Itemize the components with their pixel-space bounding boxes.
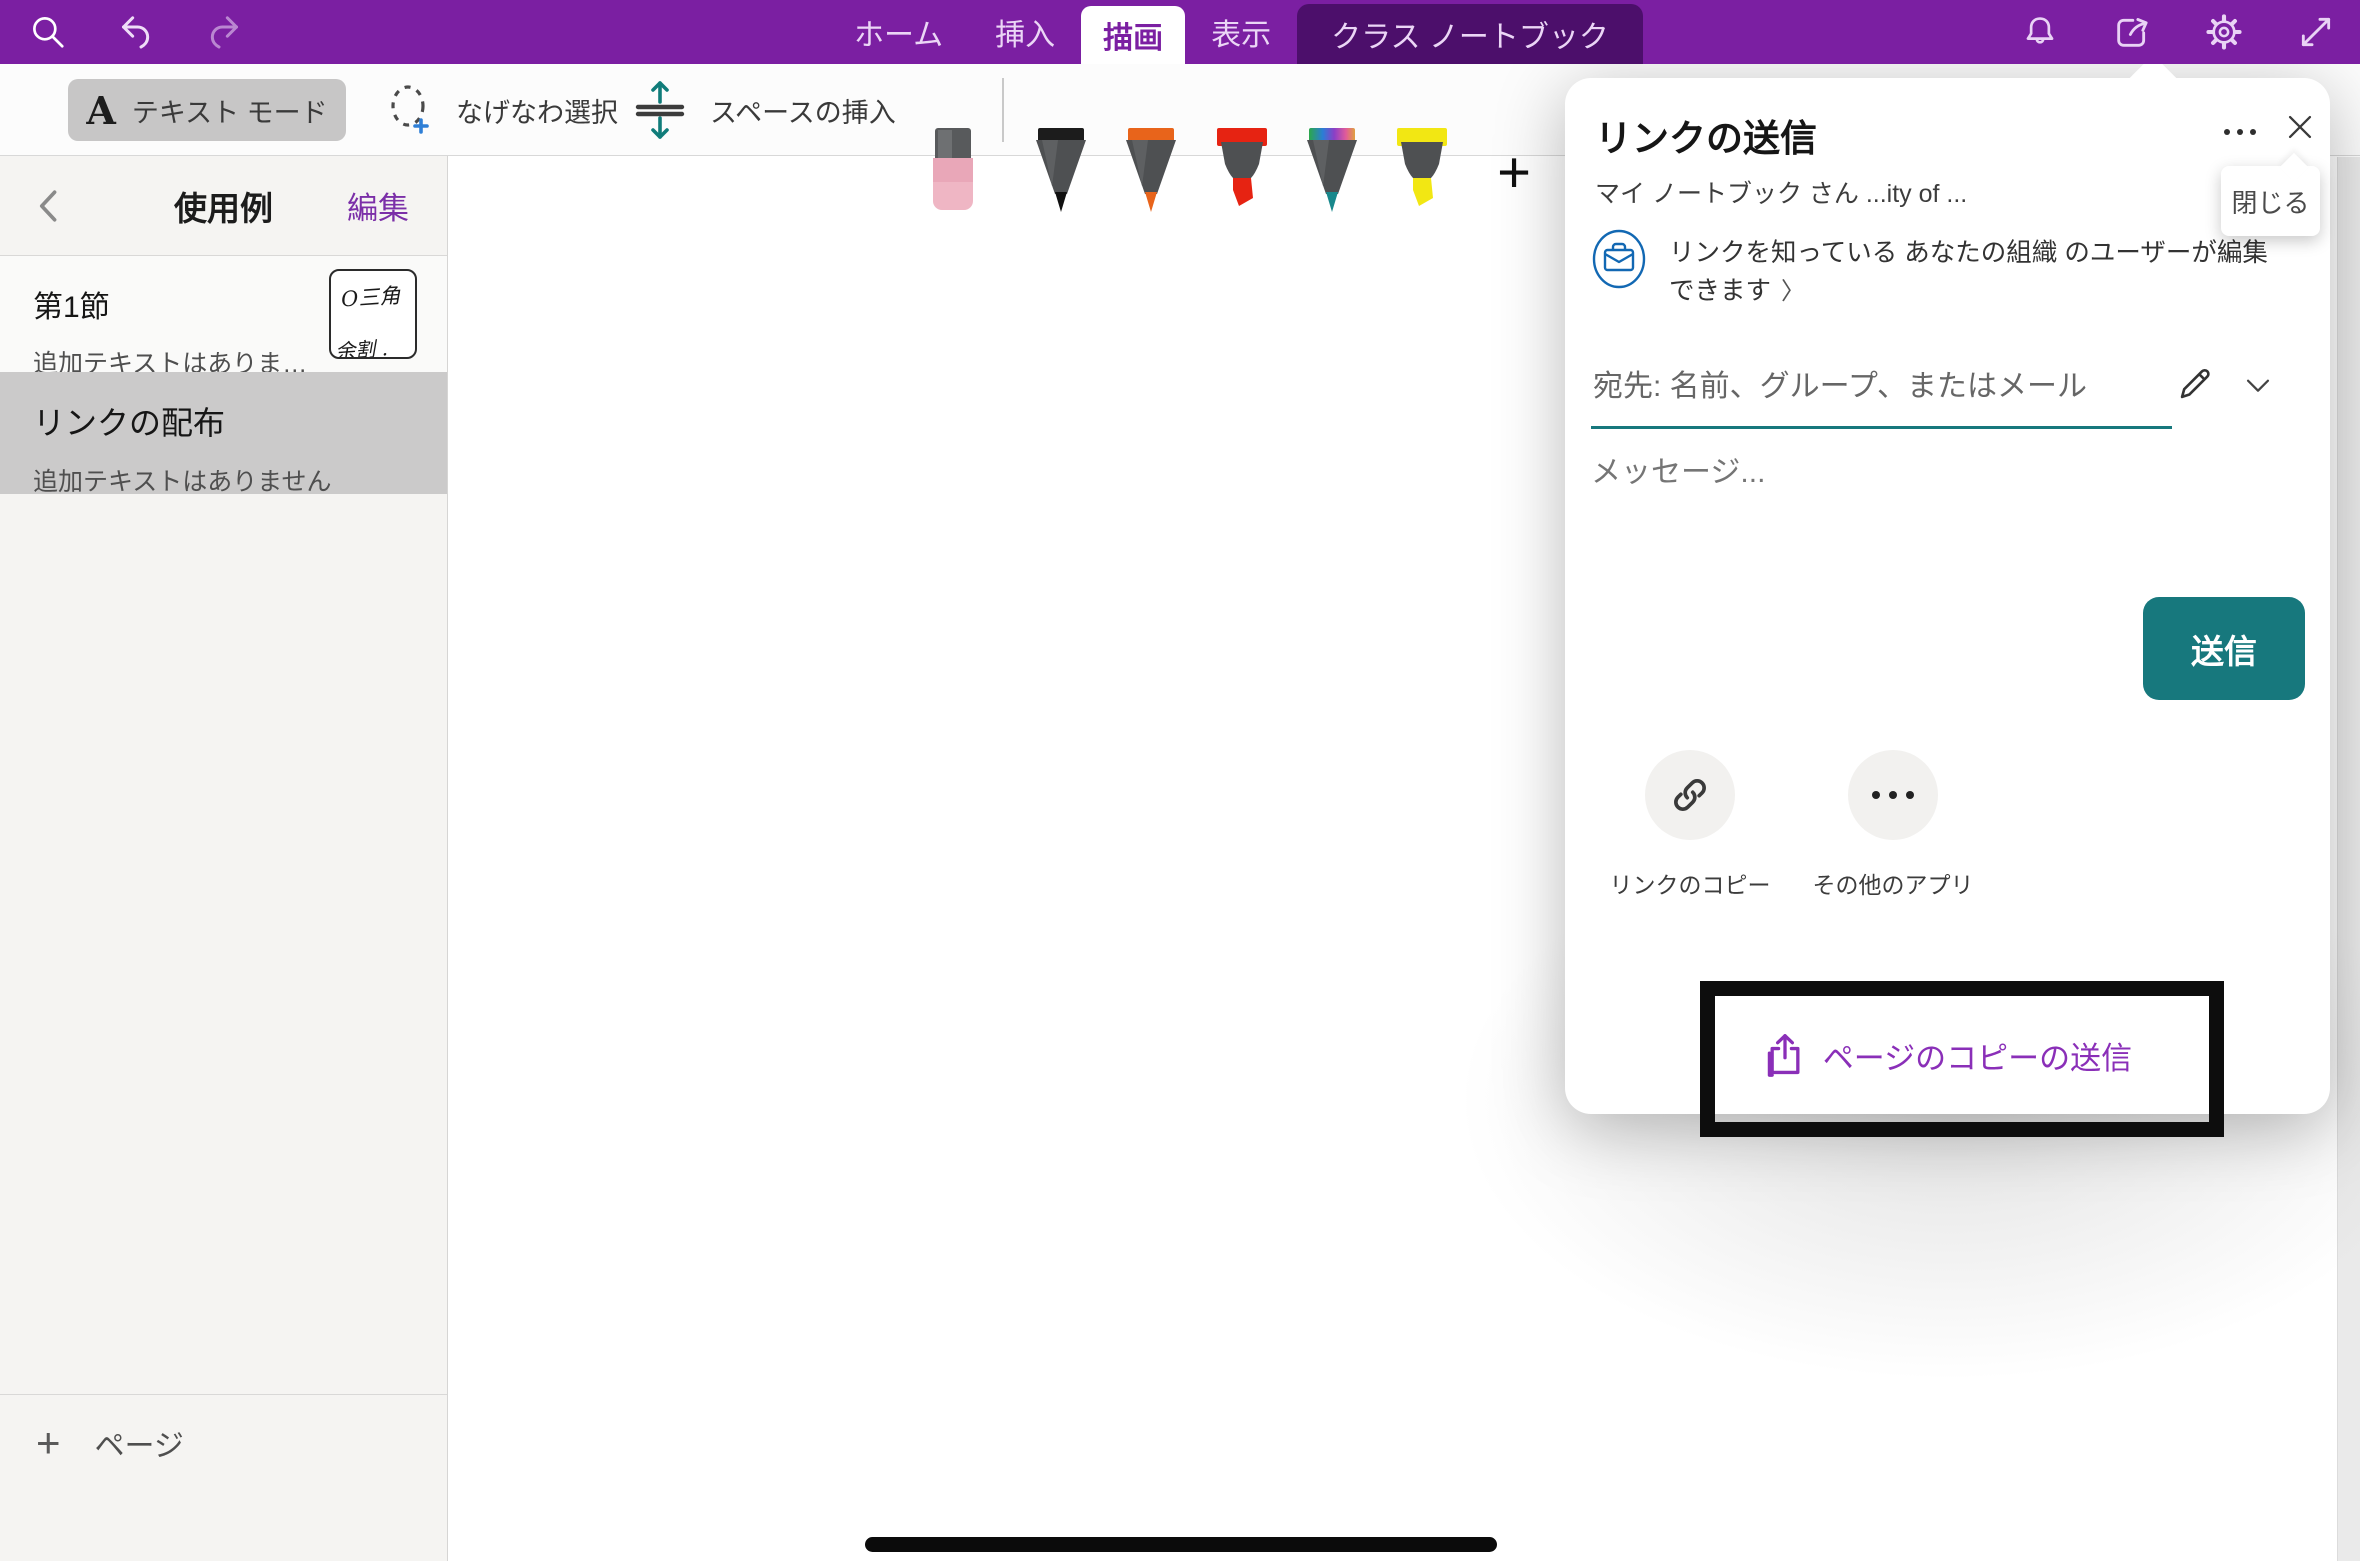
page-list-header: 使用例 編集 — [0, 156, 447, 255]
search-icon — [29, 13, 67, 51]
tooltip-label: 閉じる — [2231, 183, 2309, 220]
black-pen-button[interactable] — [1028, 128, 1094, 224]
rainbow-pen-button[interactable] — [1299, 128, 1365, 224]
recipient-input[interactable] — [1591, 356, 2151, 412]
undo-button[interactable] — [114, 10, 158, 54]
lasso-select-button[interactable]: なげなわ選択 — [382, 82, 618, 138]
page-item-section1[interactable]: 第1節 追加テキストはありま… O三角 余割 . — [0, 256, 447, 372]
insert-space-button[interactable]: スペースの挿入 — [628, 78, 896, 142]
thumbnail-handwriting-line1: O三角 — [340, 278, 416, 313]
thumbnail-handwriting-line2: 余割 . — [334, 330, 416, 359]
orange-pen-icon — [1118, 128, 1184, 224]
text-mode-button[interactable]: A テキスト モード — [68, 79, 346, 141]
tab-draw-label: 描画 — [1103, 13, 1163, 57]
tab-home[interactable]: ホーム — [828, 0, 969, 64]
plus-icon: + — [36, 1422, 61, 1464]
recipient-underline — [1591, 426, 2172, 429]
send-link-dialog: リンクの送信 マイ ノートブック さん ...ity of ... 閉じる リン… — [1565, 78, 2330, 1114]
more-apps-label: その他のアプリ — [1813, 866, 1974, 900]
orange-pen-button[interactable] — [1118, 128, 1184, 224]
link-icon — [1668, 773, 1712, 817]
more-apps-button[interactable]: その他のアプリ — [1823, 750, 1963, 900]
home-indicator[interactable] — [865, 1537, 1497, 1552]
send-button[interactable]: 送信 — [2143, 597, 2305, 700]
close-tooltip: 閉じる — [2221, 166, 2320, 236]
toolbar-divider — [1002, 78, 1004, 142]
dialog-more-button[interactable] — [2213, 114, 2267, 150]
yellow-highlighter-icon — [1389, 128, 1455, 224]
recipient-row — [1591, 356, 2303, 412]
more-apps-ellipsis-icon — [1872, 791, 1914, 799]
bell-icon — [2021, 13, 2059, 51]
chevron-right-icon: 〉 — [1781, 278, 1805, 305]
close-icon — [2283, 110, 2317, 144]
insert-space-icon — [628, 78, 692, 142]
tab-draw[interactable]: 描画 — [1081, 6, 1185, 64]
tab-insert[interactable]: 挿入 — [969, 0, 1081, 64]
tab-class-notebook-label: クラス ノートブック — [1331, 12, 1609, 56]
tab-insert-label: 挿入 — [995, 10, 1055, 54]
tab-view-label: 表示 — [1211, 10, 1271, 54]
tab-home-label: ホーム — [854, 10, 943, 54]
message-input[interactable] — [1591, 456, 2291, 490]
edit-button[interactable]: 編集 — [347, 183, 409, 228]
add-pen-button[interactable]: + — [1482, 140, 1546, 204]
black-pen-icon — [1028, 128, 1094, 224]
top-app-bar: ホーム 挿入 描画 表示 クラス ノートブック — [0, 0, 2360, 64]
share-button[interactable] — [2110, 10, 2154, 54]
ribbon-tabs: ホーム 挿入 描画 表示 クラス ノートブック — [828, 0, 1643, 64]
lasso-icon — [382, 82, 438, 138]
search-button[interactable] — [26, 10, 70, 54]
text-mode-label: テキスト モード — [132, 91, 328, 130]
expand-icon — [2297, 13, 2335, 51]
redo-button[interactable] — [202, 10, 246, 54]
tab-view[interactable]: 表示 — [1185, 0, 1297, 64]
tooltip-arrow — [2280, 153, 2308, 181]
dialog-title: リンクの送信 — [1595, 108, 1817, 162]
dialog-close-button[interactable] — [2277, 104, 2323, 150]
plus-icon: + — [1497, 139, 1531, 206]
share-icon — [2112, 12, 2152, 52]
page-item-link-distribution[interactable]: リンクの配布 追加テキストはありません — [0, 372, 447, 494]
add-page-label: ページ — [95, 1421, 184, 1465]
ellipsis-icon — [2224, 129, 2230, 135]
rainbow-pen-icon — [1299, 128, 1365, 224]
text-mode-icon: A — [86, 88, 115, 133]
copy-link-label: リンクのコピー — [1610, 866, 1771, 900]
notebook-subtitle: マイ ノートブック さん ...ity of ... — [1595, 174, 1967, 210]
red-marker-button[interactable] — [1209, 128, 1275, 224]
page-title: リンクの配布 — [33, 398, 447, 444]
permission-text-label: リンクを知っている あなたの組織 のユーザーが編集できます — [1669, 239, 2268, 305]
notifications-button[interactable] — [2018, 10, 2062, 54]
page-list-panel: 使用例 編集 第1節 追加テキストはありま… O三角 余割 . リンクの配布 追… — [0, 156, 448, 1561]
insert-space-label: スペースの挿入 — [710, 91, 896, 130]
edit-permission-pencil-icon[interactable] — [2173, 364, 2215, 406]
eraser-button[interactable] — [921, 128, 987, 224]
yellow-highlighter-button[interactable] — [1389, 128, 1455, 224]
gear-icon — [2205, 13, 2243, 51]
fullscreen-button[interactable] — [2294, 10, 2338, 54]
ellipsis-icon — [2250, 129, 2256, 135]
eraser-icon — [921, 128, 987, 224]
chevron-down-icon[interactable] — [2241, 368, 2275, 402]
page-thumbnail: O三角 余割 . — [329, 269, 417, 359]
copy-link-button[interactable]: リンクのコピー — [1620, 750, 1760, 900]
undo-icon — [116, 12, 156, 52]
red-marker-icon — [1209, 128, 1275, 224]
add-page-button[interactable]: + ページ — [0, 1395, 447, 1561]
link-permission-button[interactable]: リンクを知っている あなたの組織 のユーザーが編集できます〉 — [1591, 228, 2281, 311]
settings-button[interactable] — [2202, 10, 2246, 54]
redo-icon — [204, 12, 244, 52]
page-subtitle: 追加テキストはありません — [33, 462, 447, 498]
lasso-select-label: なげなわ選択 — [456, 91, 618, 130]
ellipsis-icon — [2237, 129, 2243, 135]
link-permission-text: リンクを知っている あなたの組織 のユーザーが編集できます〉 — [1669, 228, 2281, 311]
organization-icon — [1591, 228, 1647, 290]
tab-class-notebook[interactable]: クラス ノートブック — [1297, 4, 1643, 64]
annotation-highlight-box — [1700, 981, 2224, 1137]
